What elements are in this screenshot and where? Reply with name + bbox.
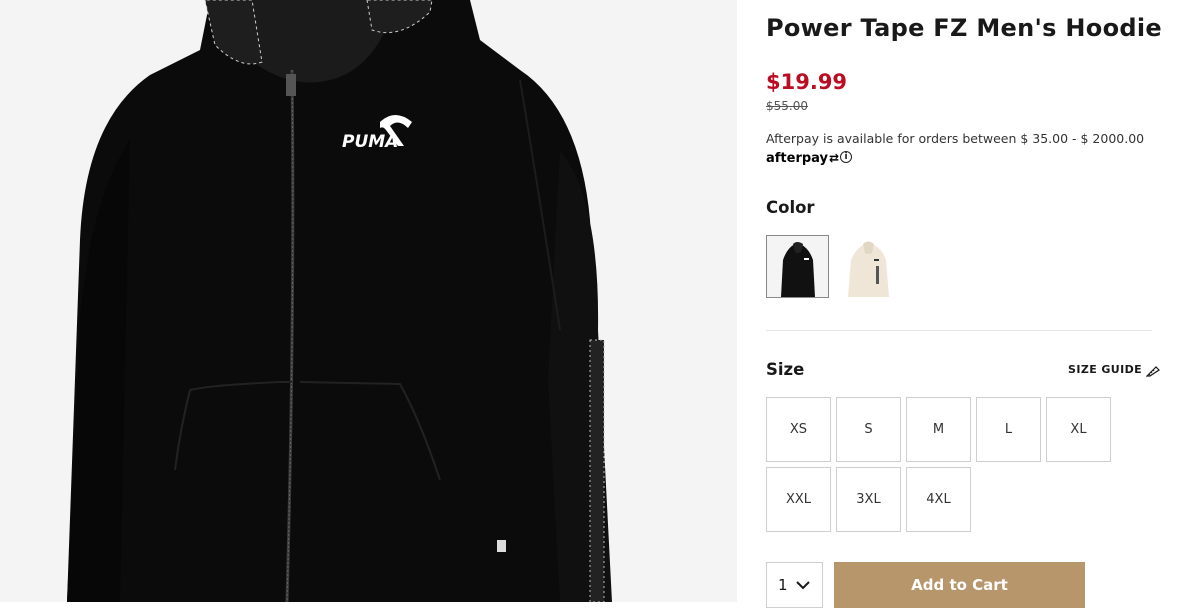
- sale-price: $19.99: [766, 70, 848, 94]
- section-divider: [766, 330, 1152, 331]
- size-option-xl[interactable]: XL: [1046, 397, 1111, 462]
- afterpay-logo: afterpay⇄: [766, 151, 839, 166]
- chevron-down-icon: [795, 580, 810, 589]
- product-image: PUMA: [0, 0, 737, 602]
- ruler-icon: [1145, 366, 1160, 377]
- size-option-m[interactable]: M: [906, 397, 971, 462]
- size-guide-label: SIZE GUIDE: [1068, 363, 1143, 376]
- color-swatch-cream[interactable]: [837, 235, 900, 298]
- afterpay-loop-icon: ⇄: [829, 151, 840, 165]
- info-icon[interactable]: i: [840, 151, 852, 163]
- original-price: $55.00: [766, 99, 808, 113]
- product-title: Power Tape FZ Men's Hoodie: [766, 14, 1162, 42]
- afterpay-info-text: Afterpay is available for orders between…: [766, 131, 1145, 146]
- hoodie-illustration: PUMA: [67, 0, 612, 602]
- size-label: Size: [766, 360, 805, 379]
- color-label: Color: [766, 198, 815, 217]
- quantity-select[interactable]: 1: [766, 562, 823, 608]
- cream-hoodie-thumbnail: [838, 236, 899, 297]
- size-option-3xl[interactable]: 3XL: [836, 467, 901, 532]
- product-details: Power Tape FZ Men's Hoodie $19.99 $55.00…: [766, 0, 1162, 608]
- size-option-s[interactable]: S: [836, 397, 901, 462]
- size-guide-link[interactable]: SIZE GUIDE: [1068, 363, 1160, 377]
- add-to-cart-button[interactable]: Add to Cart: [834, 562, 1085, 608]
- size-option-xxl[interactable]: XXL: [766, 467, 831, 532]
- afterpay-logo-text: afterpay: [766, 151, 829, 166]
- size-option-l[interactable]: L: [976, 397, 1041, 462]
- quantity-value: 1: [778, 576, 788, 594]
- size-option-4xl[interactable]: 4XL: [906, 467, 971, 532]
- black-hoodie-thumbnail: [767, 236, 828, 297]
- size-option-xs[interactable]: XS: [766, 397, 831, 462]
- color-swatch-black[interactable]: [766, 235, 829, 298]
